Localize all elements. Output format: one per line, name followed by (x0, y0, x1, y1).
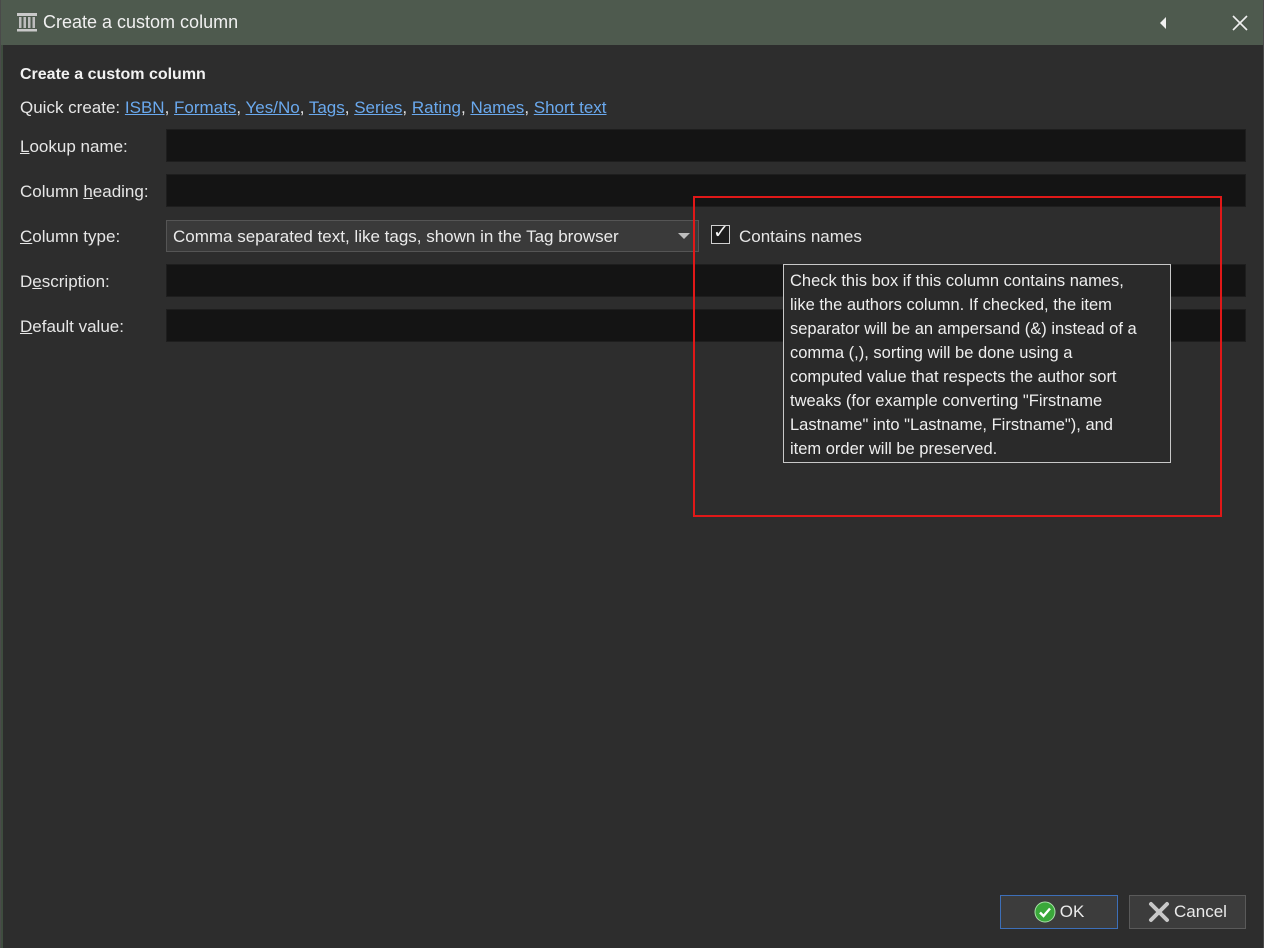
default-value-label: Default value: (20, 317, 124, 336)
checkmark-icon: ✓ (713, 222, 729, 243)
close-icon (1232, 14, 1248, 31)
window-edge (1, 45, 3, 948)
quick-create-yesno-link[interactable]: Yes/No (246, 98, 300, 117)
lookup-name-label: Lookup name: (20, 137, 128, 156)
dropdown-arrow-icon (678, 233, 690, 239)
column-heading-label: Column heading: (20, 182, 149, 201)
column-heading-input[interactable] (166, 174, 1246, 207)
tooltip-line: separator will be an ampersand (&) inste… (790, 320, 1137, 338)
cancel-x-icon (1148, 901, 1170, 923)
column-type-value: Comma separated text, like tags, shown i… (173, 227, 619, 246)
tooltip-line: like the authors column. If checked, the… (790, 296, 1112, 314)
column-type-dropdown[interactable]: Comma separated text, like tags, shown i… (166, 220, 699, 252)
check-circle-icon (1034, 901, 1056, 923)
caret-left-icon (1160, 16, 1166, 29)
contains-names-label[interactable]: Contains names (739, 227, 862, 247)
quick-create-label: Quick create: (20, 98, 121, 117)
tooltip-line: Lastname" into "Lastname, Firstname"), a… (790, 416, 1113, 434)
dialog-window: Create a custom column Create a custom c… (0, 0, 1264, 948)
tooltip-line: computed value that respects the author … (790, 368, 1117, 386)
title-bar: Create a custom column (1, 0, 1263, 45)
quick-create-short-text-link[interactable]: Short text (534, 98, 607, 117)
window-title: Create a custom column (43, 12, 239, 32)
tooltip-line: comma (,), sorting will be done using a (790, 344, 1073, 362)
ok-button-label: OK (1059, 902, 1085, 921)
quick-create-tags-link[interactable]: Tags (309, 98, 345, 117)
column-type-label: Column type: (20, 227, 121, 246)
contains-names-checkbox[interactable]: ✓ (711, 222, 730, 244)
quick-create-isbn-link[interactable]: ISBN (125, 98, 165, 117)
quick-create-series-link[interactable]: Series (354, 98, 402, 117)
tooltip-line: item order will be preserved. (790, 440, 998, 458)
tooltip-line: tweaks (for example converting "Firstnam… (790, 392, 1103, 410)
dialog-heading: Create a custom column (20, 66, 206, 83)
quick-create-formats-link[interactable]: Formats (174, 98, 236, 117)
close-button[interactable] (1218, 0, 1262, 45)
quick-create-row: Quick create: ISBN, Formats, Yes/No, Tag… (20, 98, 607, 117)
description-label: Description: (20, 272, 110, 291)
cancel-button[interactable]: Cancel (1129, 895, 1246, 929)
cancel-button-label: Cancel (1174, 902, 1227, 921)
lookup-name-input[interactable] (166, 129, 1246, 162)
ok-button[interactable]: OK (1000, 895, 1118, 929)
contains-names-tooltip: Check this box if this column contains n… (783, 264, 1171, 463)
quick-create-names-link[interactable]: Names (470, 98, 524, 117)
calibre-library-icon (16, 12, 38, 32)
tooltip-line: Check this box if this column contains n… (790, 272, 1124, 290)
quick-create-rating-link[interactable]: Rating (412, 98, 461, 117)
back-arrow-button[interactable] (1141, 0, 1185, 45)
